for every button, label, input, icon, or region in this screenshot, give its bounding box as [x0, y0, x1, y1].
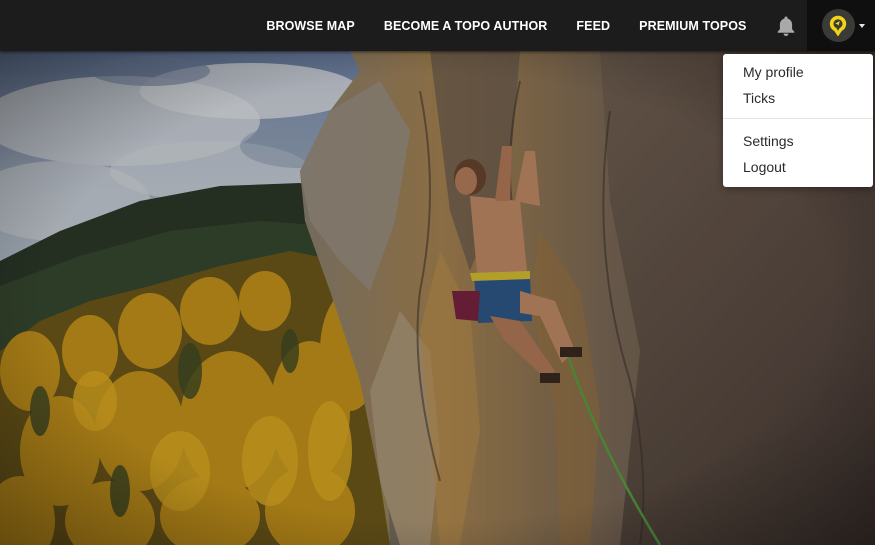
- nav-browse-map[interactable]: BROWSE MAP: [252, 0, 370, 51]
- menu-divider: [723, 118, 873, 119]
- nav-premium-topos[interactable]: PREMIUM TOPOS: [625, 0, 761, 51]
- menu-item-my-profile[interactable]: My profile: [723, 62, 873, 88]
- nav-links: BROWSE MAP BECOME A TOPO AUTHOR FEED PRE…: [252, 0, 875, 51]
- user-dropdown-menu: My profile Ticks Settings Logout: [723, 54, 873, 187]
- avatar: [821, 9, 855, 42]
- chevron-down-icon: [859, 24, 865, 28]
- map-pin-logo-icon: [829, 15, 847, 37]
- bell-icon: [777, 16, 795, 36]
- nav-feed[interactable]: FEED: [562, 0, 625, 51]
- notifications-button[interactable]: [765, 0, 807, 51]
- menu-item-ticks[interactable]: Ticks: [723, 88, 873, 114]
- nav-become-topo-author[interactable]: BECOME A TOPO AUTHOR: [369, 0, 562, 51]
- user-menu-toggle[interactable]: [807, 0, 875, 51]
- menu-item-logout[interactable]: Logout: [723, 157, 873, 183]
- menu-item-settings[interactable]: Settings: [723, 131, 873, 157]
- top-navbar: BROWSE MAP BECOME A TOPO AUTHOR FEED PRE…: [0, 0, 875, 51]
